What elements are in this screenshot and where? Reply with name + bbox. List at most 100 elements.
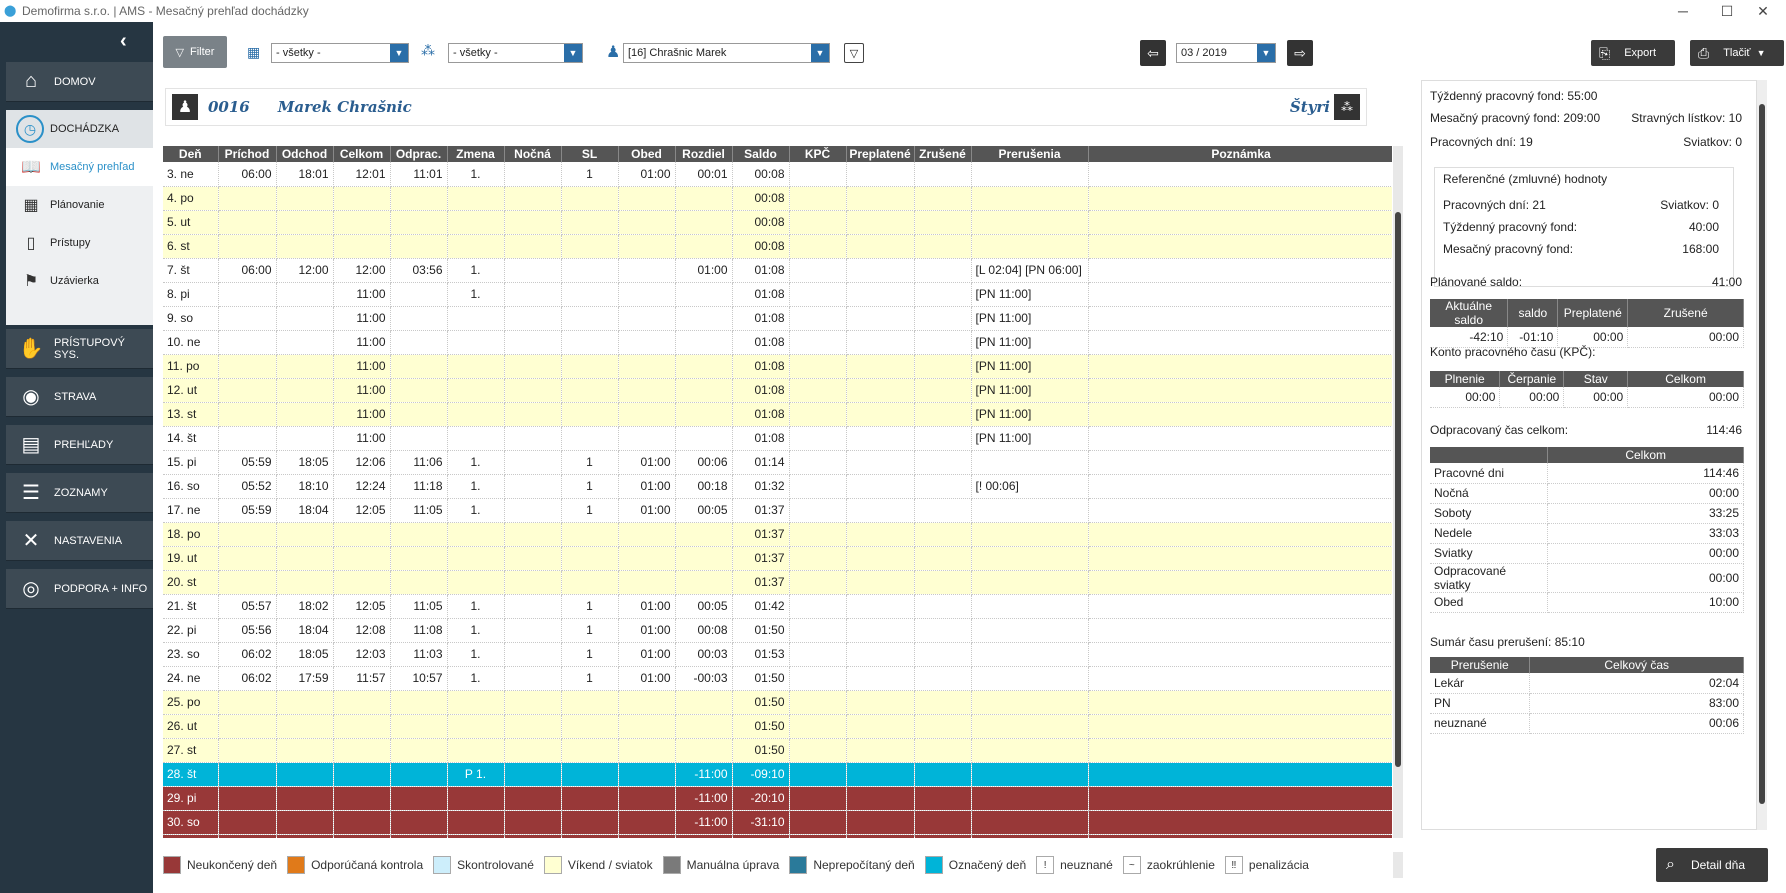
- table-row[interactable]: 23. so 06:02 18:05 12:03 11:03 1. 1 01:00 00:03 0…: [163, 642, 1392, 667]
- table-row[interactable]: 21. št 05:57 18:02 12:05 11:05 1. 1 01:00 00:05 0…: [163, 594, 1392, 619]
- filter-button[interactable]: ▽ Filter: [163, 36, 227, 68]
- summary-scrollbar[interactable]: [1757, 80, 1767, 830]
- table-row[interactable]: 29. pi -11:00 -20:10: [163, 786, 1392, 811]
- table-row[interactable]: 28. št P 1. -11:00 -09:10: [163, 762, 1392, 787]
- table-cell: 00:08: [732, 186, 790, 211]
- table-row[interactable]: 3. ne 06:00 18:01 12:01 11:01 1. 1 01:00 00:01 00…: [163, 162, 1392, 187]
- table-row[interactable]: 17. ne 05:59 18:04 12:05 11:05 1. 1 01:00 00:05 0…: [163, 498, 1392, 523]
- table-cell: [561, 282, 619, 307]
- table-cell: [846, 738, 915, 763]
- next-month-button[interactable]: ⇨: [1287, 40, 1313, 66]
- table-cell: 01:00: [618, 666, 676, 691]
- nav-planovanie[interactable]: ▦ Plánovanie: [6, 186, 153, 224]
- column-header[interactable]: Prerušenia: [971, 146, 1089, 162]
- table-cell: 10:00: [1547, 592, 1744, 613]
- column-header[interactable]: Obed: [618, 146, 676, 162]
- table-cell: [914, 162, 972, 187]
- table-cell: [618, 690, 676, 715]
- column-header[interactable]: Celkom: [333, 146, 391, 162]
- nav-pristupy[interactable]: ▯ Prístupy: [6, 224, 153, 262]
- column-header[interactable]: Nočná: [504, 146, 562, 162]
- group-icon[interactable]: ⁂: [1334, 94, 1360, 120]
- table-cell: [675, 570, 733, 595]
- table-row[interactable]: 13. st 11:00 01:08 [PN 11:00]: [163, 402, 1392, 427]
- month-select[interactable]: 03 / 2019 ▼: [1176, 43, 1276, 63]
- nav-zoznamy[interactable]: ☰ ZOZNAMY: [6, 473, 153, 513]
- table-cell: 05:59: [218, 450, 277, 475]
- table-row[interactable]: 18. po 01:37: [163, 522, 1392, 547]
- table-cell: neuznané: [1430, 713, 1531, 734]
- minimize-icon[interactable]: ─: [1660, 0, 1706, 22]
- table-cell: 11:57: [333, 666, 391, 691]
- column-header[interactable]: Zmena: [447, 146, 505, 162]
- print-button[interactable]: ⎙ Tlačiť ▼: [1690, 40, 1784, 66]
- table-row[interactable]: 19. ut 01:37: [163, 546, 1392, 571]
- collapse-sidebar-icon[interactable]: ‹: [120, 30, 127, 53]
- table-cell: [333, 762, 391, 787]
- column-header[interactable]: Poznámka: [1088, 146, 1392, 162]
- legend-scrollbar[interactable]: [1393, 852, 1403, 878]
- table-row[interactable]: 26. ut 01:50: [163, 714, 1392, 739]
- nav-mesacny-prehlad[interactable]: 📖 Mesačný prehľad: [6, 148, 153, 186]
- table-row[interactable]: [163, 834, 1392, 838]
- column-header[interactable]: Odprac.: [390, 146, 448, 162]
- table-cell: 26. ut: [163, 714, 219, 739]
- table-row[interactable]: 22. pi 05:56 18:04 12:08 11:08 1. 1 01:00 00:08 0…: [163, 618, 1392, 643]
- table-row[interactable]: 12. ut 11:00 01:08 [PN 11:00]: [163, 378, 1392, 403]
- table-row[interactable]: 4. po 00:08: [163, 186, 1392, 211]
- workdays-row: Pracovných dní: 19 Sviatkov: 0: [1430, 135, 1742, 149]
- table-row[interactable]: 9. so 11:00 01:08 [PN 11:00]: [163, 306, 1392, 331]
- table-cell: 11:00: [333, 378, 391, 403]
- table-row[interactable]: 27. st 01:50: [163, 738, 1392, 763]
- table-row: Odpracované sviatky 00:00: [1430, 563, 1744, 593]
- scroll-thumb[interactable]: [1759, 104, 1765, 804]
- table-row[interactable]: 24. ne 06:02 17:59 11:57 10:57 1. 1 01:00 -00:03…: [163, 666, 1392, 691]
- nav-podpora[interactable]: ◎ PODPORA + INFO: [6, 569, 153, 609]
- prev-month-button[interactable]: ⇦: [1140, 40, 1166, 66]
- column-header[interactable]: KPČ: [789, 146, 847, 162]
- scroll-thumb[interactable]: [1395, 212, 1401, 767]
- close-icon[interactable]: ✕: [1740, 0, 1786, 22]
- building-select[interactable]: - všetky - ▼: [271, 43, 409, 63]
- table-cell: [789, 618, 847, 643]
- column-header[interactable]: Odchod: [276, 146, 334, 162]
- table-row[interactable]: 15. pi 05:59 18:05 12:06 11:06 1. 1 01:00 00:06 0…: [163, 450, 1392, 475]
- column-header[interactable]: Preplatené: [846, 146, 915, 162]
- group-select[interactable]: - všetky - ▼: [448, 43, 583, 63]
- nav-uzavierka[interactable]: ⚑ Uzávierka: [6, 262, 153, 300]
- export-button[interactable]: ⎘ Export: [1591, 40, 1675, 66]
- legend-label: Odporúčaná kontrola: [311, 858, 424, 872]
- column-header[interactable]: Príchod: [218, 146, 277, 162]
- table-cell: [789, 666, 847, 691]
- table-row[interactable]: 5. ut 00:08: [163, 210, 1392, 235]
- table-row[interactable]: 16. so 05:52 18:10 12:24 11:18 1. 1 01:00 00:18 0…: [163, 474, 1392, 499]
- employee-filter-button[interactable]: ▽: [844, 43, 864, 63]
- table-row[interactable]: 6. st 00:08: [163, 234, 1392, 259]
- table-row[interactable]: 30. so -11:00 -31:10: [163, 810, 1392, 835]
- nav-nastavenia[interactable]: ✕ NASTAVENIA: [6, 521, 153, 561]
- nav-pristupovy-sys[interactable]: ✋ PRÍSTUPOVÝ SYS.: [6, 329, 153, 369]
- column-header[interactable]: Rozdiel: [675, 146, 733, 162]
- table-cell: [276, 282, 334, 307]
- table-cell: [504, 498, 562, 523]
- nav-domov[interactable]: ⌂ DOMOV: [6, 62, 153, 102]
- table-row[interactable]: 20. st 01:37: [163, 570, 1392, 595]
- detail-dna-button[interactable]: ⌕ Detail dňa: [1656, 848, 1768, 882]
- table-row[interactable]: 10. ne 11:00 01:08 [PN 11:00]: [163, 330, 1392, 355]
- column-header[interactable]: Zrušené: [914, 146, 972, 162]
- nav-dochadzka[interactable]: ◷ DOCHÁDZKA: [6, 110, 153, 148]
- column-header[interactable]: Saldo: [732, 146, 790, 162]
- column-header[interactable]: Deň: [163, 146, 219, 162]
- table-row[interactable]: 25. po 01:50: [163, 690, 1392, 715]
- nav-strava[interactable]: ◉ STRAVA: [6, 377, 153, 417]
- table-row[interactable]: 7. št 06:00 12:00 12:00 03:56 1. 01:00 01:08 [L …: [163, 258, 1392, 283]
- grid-scrollbar[interactable]: [1393, 146, 1403, 838]
- table-cell: [1088, 738, 1392, 763]
- table-row[interactable]: 14. št 11:00 01:08 [PN 11:00]: [163, 426, 1392, 451]
- table-row[interactable]: 11. po 11:00 01:08 [PN 11:00]: [163, 354, 1392, 379]
- table-row[interactable]: 8. pi 11:00 1. 01:08 [PN 11:00]: [163, 282, 1392, 307]
- nav-prehlady[interactable]: ▤ PREHĽADY: [6, 425, 153, 465]
- employee-select[interactable]: [16] Chrašnic Marek ▼: [623, 43, 830, 63]
- column-header[interactable]: SL: [561, 146, 619, 162]
- table-cell: 19. ut: [163, 546, 219, 571]
